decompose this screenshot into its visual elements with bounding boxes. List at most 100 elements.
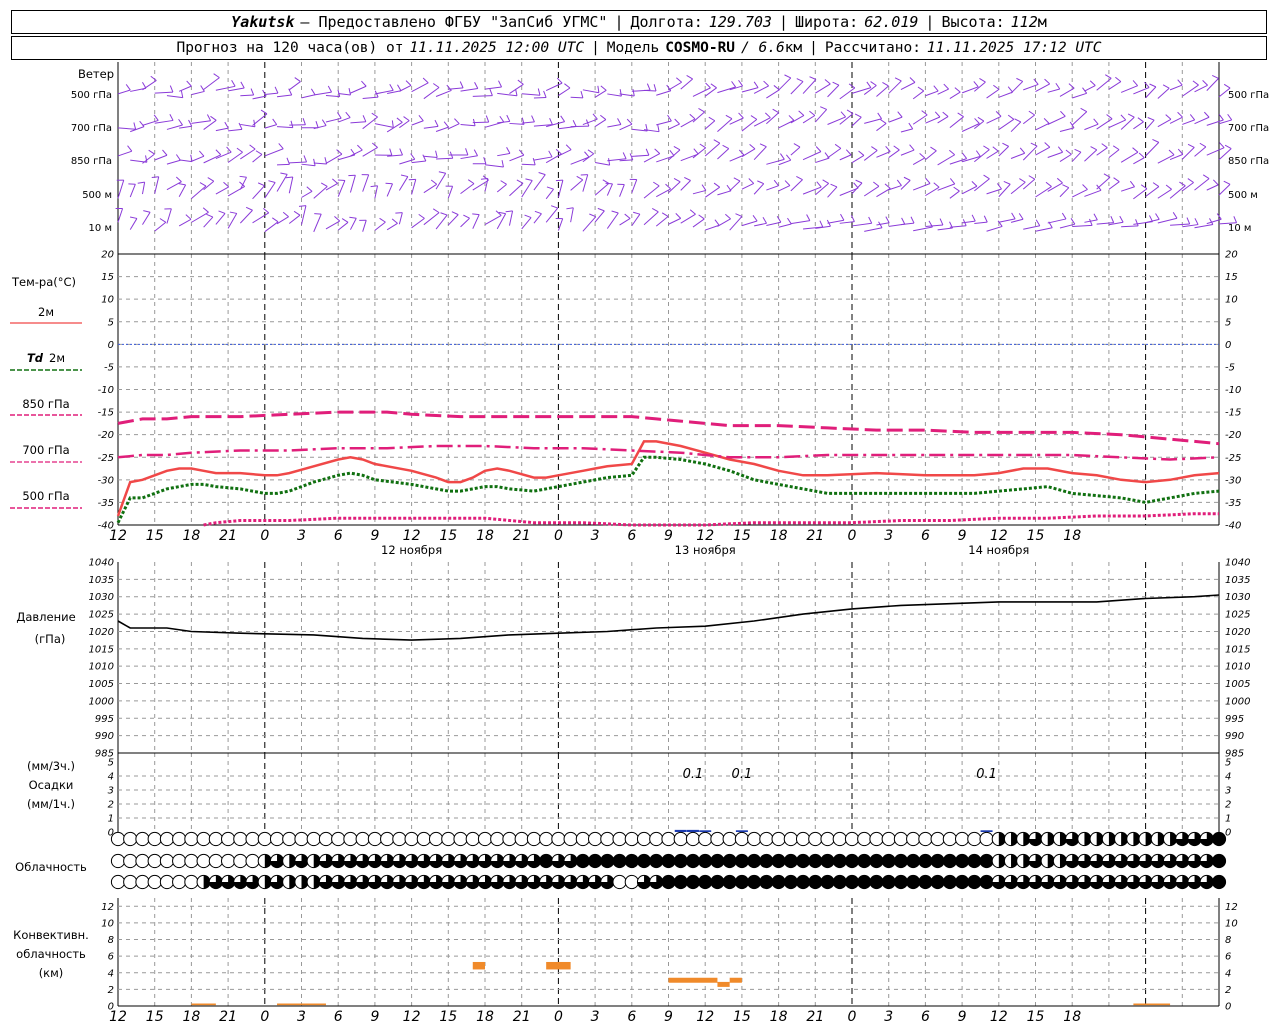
cloud-symbol-row1 [392,831,407,847]
cloud-ring [685,831,701,847]
conv-ytick-right: 4 [1225,968,1231,979]
wind-barb-flag [1090,146,1097,151]
temp-ytick-left: 0 [108,340,114,351]
cloud-symbol-row1 [428,831,444,847]
cloud-symbol-row3 [282,874,297,890]
wind-barb-flag [909,144,915,151]
wind-barb-flag [917,86,925,92]
wind-barb-flag [226,146,232,153]
cloud-symbol-row1 [612,831,627,847]
cloud-ring [221,831,236,847]
precip-bar [699,830,712,832]
wind-level-left: 500 гПа [71,90,112,101]
cloud-symbol-row3 [942,874,957,890]
wind-barb [374,123,394,128]
cloud-symbol-row1 [734,831,750,847]
cloud-ring [135,831,150,847]
cloud-symbol-row3 [771,874,786,890]
temp-xtick: 6 [334,528,343,544]
wind-barb [851,182,863,195]
wind-barb-flag [1016,77,1023,82]
wind-barb-flag [1068,83,1075,89]
cloud-ring [844,831,860,847]
cloud-symbol-row3 [918,874,933,890]
wind-barb [900,81,916,90]
cloud-fill-full [820,854,835,868]
wind-barb-flag [714,219,720,226]
wind-barb [546,121,565,128]
conv-xtick: 0 [848,1009,857,1024]
wind-barb [937,183,955,191]
wind-barb-flag [752,215,758,222]
wind-barb-flag [498,80,503,88]
wind-barb-flag [653,84,657,92]
wind-barb [472,95,493,97]
wind-barb-flag [689,209,696,215]
cloud-fill-full [600,854,614,868]
wind-barb [925,90,939,97]
wind-barb-flag [422,77,429,84]
wind-barb-flag [315,120,319,128]
cloud-fill-full [882,875,896,889]
wind-barb [436,157,453,160]
wind-barb-flag [310,88,316,96]
wind-barb-flag [748,178,755,184]
wind-barb-flag [749,143,756,150]
cloud-symbol-row3 [245,874,260,890]
wind-barb-flag [548,150,553,158]
cloud-symbol-row2 [1162,853,1178,869]
cloud-symbol-row3 [269,874,285,890]
cloud-fill-full [576,854,590,868]
wind-barb-flag [796,78,804,83]
wind-barb-flag [399,148,403,156]
wind-barb [778,77,792,91]
cloud-symbol-row3 [893,874,909,890]
wind-barb-flag [759,143,767,148]
legend-t700: 700 гПа [22,443,69,457]
wind-barb-flag [738,112,744,119]
wind-barb [570,179,584,191]
wind-barb-flag [858,150,865,156]
wind-barb-flag [840,111,846,118]
wind-barb [1182,224,1199,228]
cloud-symbol-row3 [1150,874,1165,890]
wind-barb [1023,225,1040,230]
cloud-ring [955,831,970,847]
cloud-symbol-row1 [318,831,334,847]
wind-barb [668,81,682,91]
cloud-ring [893,831,909,847]
cloud-fill-full [845,875,859,889]
wind-barb-flag [1007,86,1014,93]
cloud-symbol-row1 [1003,831,1019,847]
date-label: 13 ноября [675,543,736,557]
cloud-ring [661,831,676,847]
cloud-symbol-row2 [893,853,909,869]
conv-ytick-left: 12 [101,902,114,913]
cloud-symbol-row1 [1077,831,1092,847]
wind-barb-flag [608,158,611,166]
precip-ytick-right: 2 [1225,800,1231,811]
wind-barb [301,190,313,198]
cloud-fill-full [1212,832,1226,846]
wind-barb [741,182,754,190]
conv-xtick: 12 [403,1009,421,1024]
wind-barb [912,90,925,100]
cloud-symbol-row2 [955,853,970,869]
wind-barb [949,91,961,100]
wind-barb-flag [1227,113,1233,121]
wind-barb [998,91,1013,98]
wind-barb [166,159,181,165]
cloud-ring [196,831,211,847]
wind-barb [386,183,393,197]
cloud-symbol-row2 [172,853,187,869]
wind-barb [215,85,236,91]
wind-barb-flag [280,172,288,175]
cloud-fill-full [931,854,945,868]
cloud-symbol-row1 [184,831,199,847]
temp-xtick: 12 [403,528,421,544]
wind-barb-flag [793,143,801,148]
wind-barb-flag [169,85,174,93]
cloud-symbol-row3 [612,874,627,890]
wind-barb-flag [713,182,721,188]
cloud-ring [795,831,811,847]
